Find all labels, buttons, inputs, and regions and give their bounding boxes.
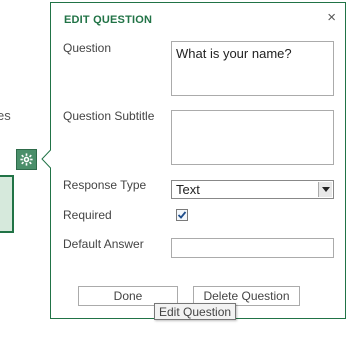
required-checkbox[interactable] <box>176 209 188 221</box>
checkmark-icon <box>177 211 187 219</box>
callout-pointer <box>41 148 53 172</box>
default-answer-input[interactable] <box>171 238 334 258</box>
edit-question-gear-button[interactable] <box>16 149 37 170</box>
chevron-down-icon[interactable] <box>318 182 332 197</box>
close-icon[interactable]: × <box>327 10 336 25</box>
question-subtitle-textarea[interactable] <box>171 110 334 165</box>
panel-title: EDIT QUESTION <box>64 14 153 26</box>
response-type-select[interactable]: Text <box>171 180 334 199</box>
selected-question-block[interactable] <box>0 175 14 233</box>
page: es EDIT QUESTION × Question What is your… <box>0 0 347 344</box>
required-label: Required <box>63 208 112 222</box>
response-type-value: Text <box>176 182 200 197</box>
question-subtitle-label: Question Subtitle <box>63 109 155 123</box>
default-answer-label: Default Answer <box>63 237 144 251</box>
response-type-label: Response Type <box>63 178 147 192</box>
gear-icon <box>20 153 33 166</box>
background-partial-text: es <box>0 108 11 123</box>
edit-question-panel: EDIT QUESTION × Question What is your na… <box>50 2 346 319</box>
tooltip: Edit Question <box>154 303 237 320</box>
question-label: Question <box>63 41 112 55</box>
question-textarea[interactable]: What is your name? <box>171 41 334 96</box>
